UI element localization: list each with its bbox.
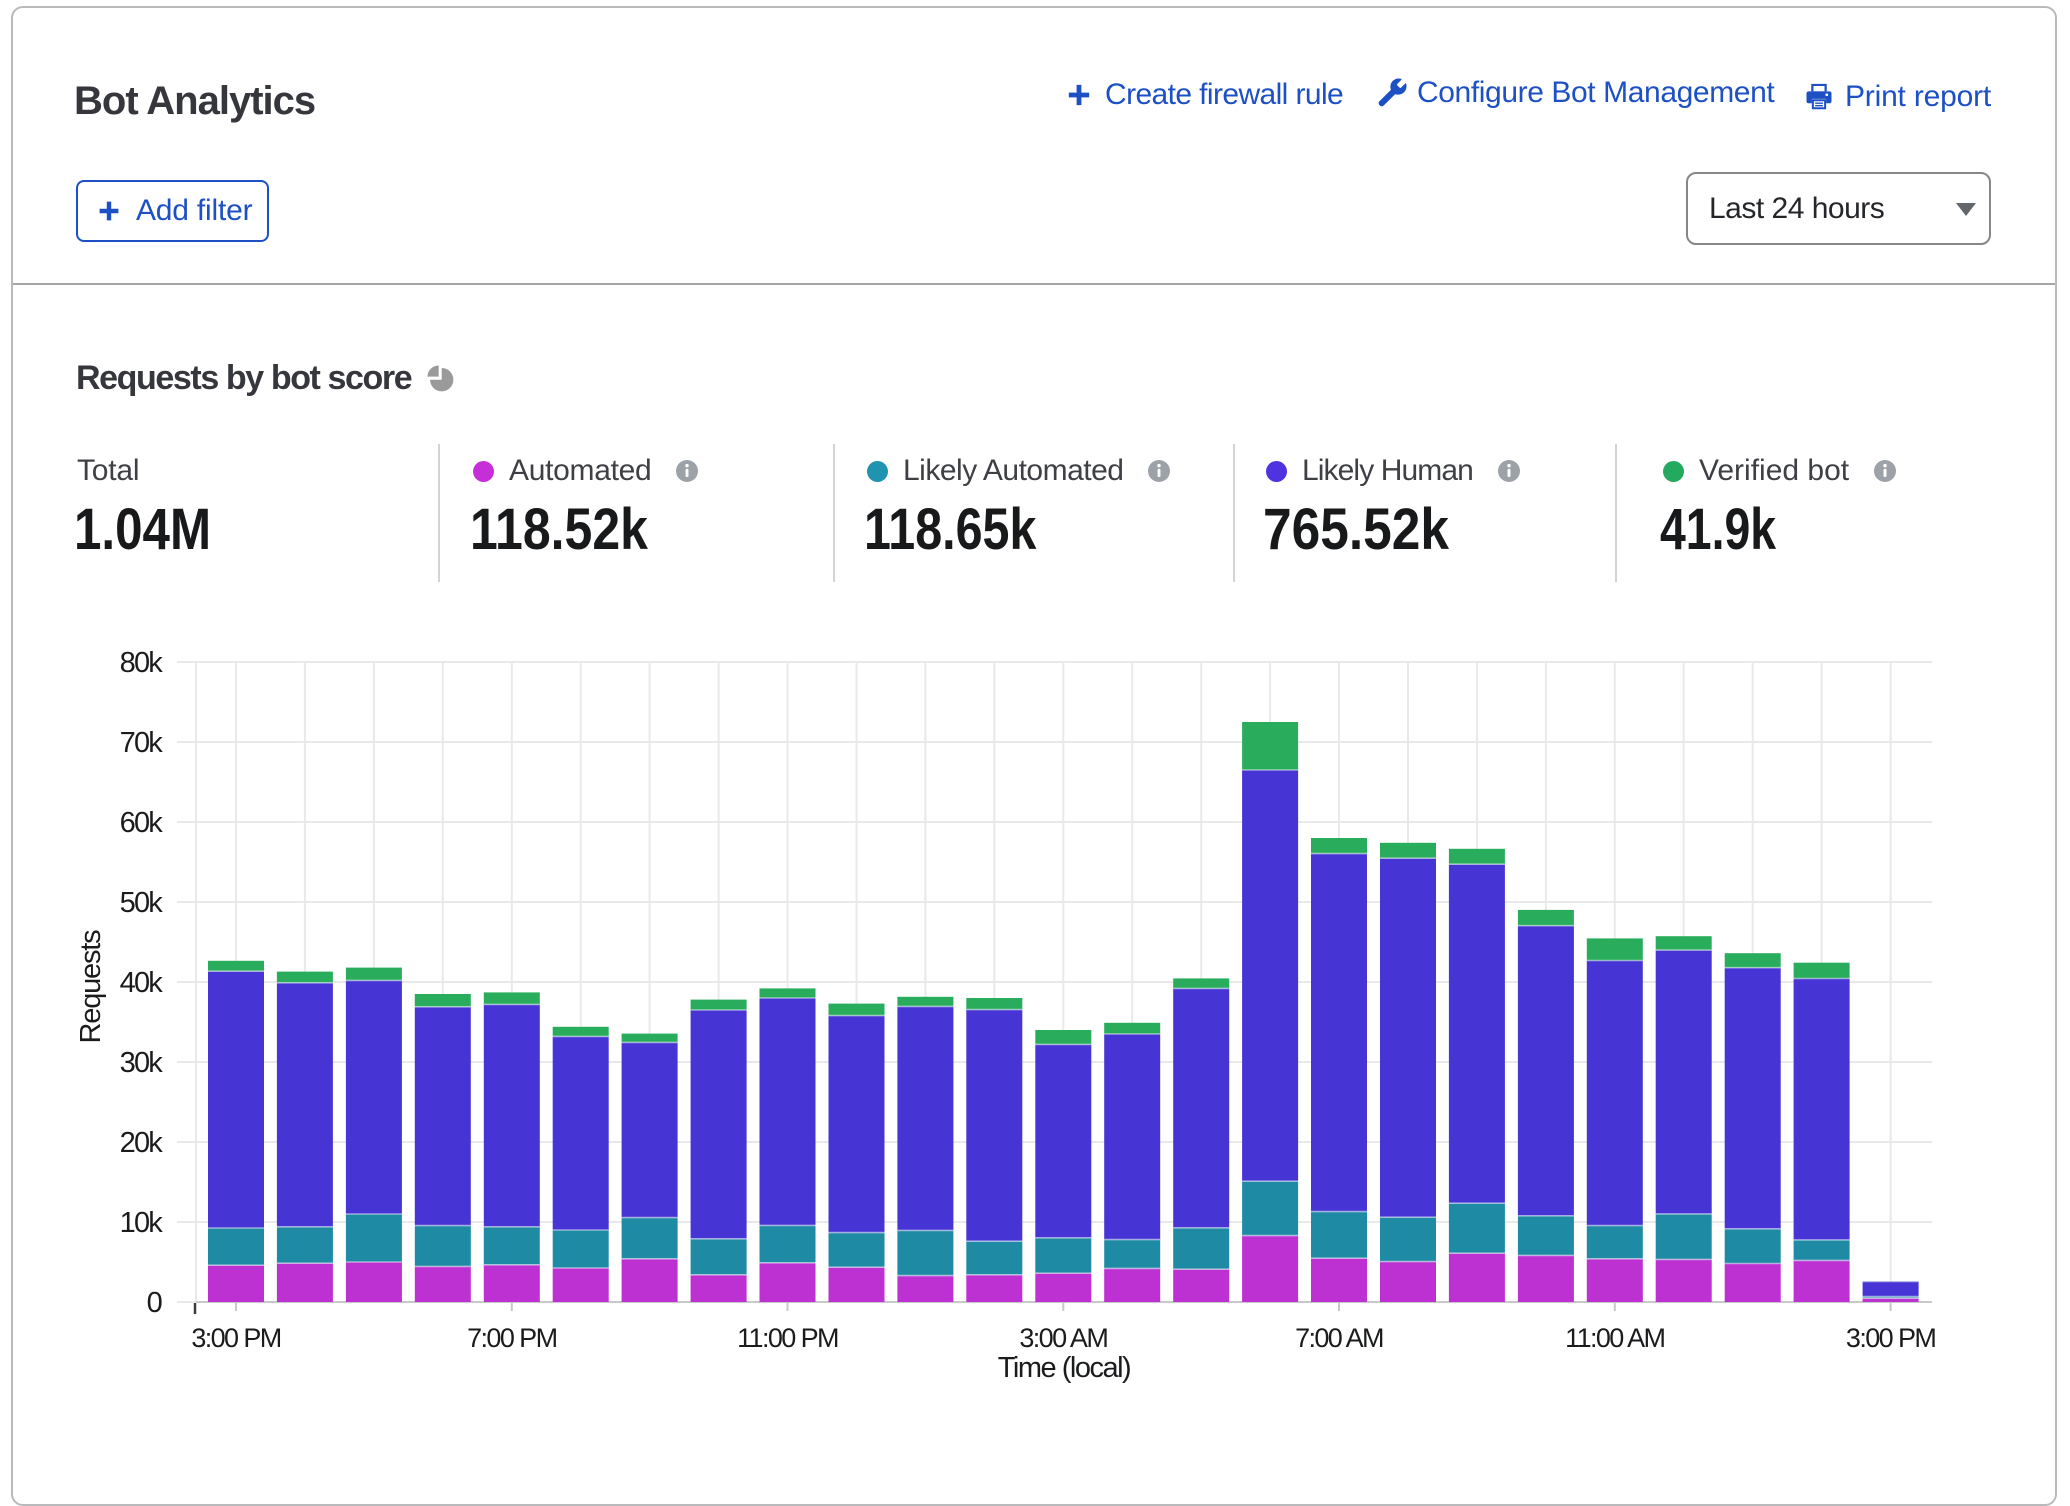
svg-text:10k: 10k	[120, 1207, 164, 1239]
svg-text:60k: 60k	[120, 807, 164, 839]
svg-text:70k: 70k	[120, 727, 164, 759]
svg-text:40k: 40k	[120, 967, 164, 999]
svg-text:20k: 20k	[120, 1127, 164, 1159]
svg-text:11:00 AM: 11:00 AM	[1565, 1323, 1664, 1353]
svg-text:Requests: Requests	[75, 930, 107, 1044]
svg-text:11:00 PM: 11:00 PM	[737, 1323, 838, 1353]
svg-text:80k: 80k	[120, 647, 164, 679]
svg-text:7:00 AM: 7:00 AM	[1295, 1323, 1383, 1353]
svg-text:0: 0	[147, 1287, 162, 1319]
svg-text:3:00 PM: 3:00 PM	[191, 1323, 280, 1353]
svg-text:3:00 PM: 3:00 PM	[1846, 1323, 1935, 1353]
svg-text:7:00 PM: 7:00 PM	[467, 1323, 556, 1353]
svg-text:3:00 AM: 3:00 AM	[1019, 1323, 1107, 1353]
svg-text:Time (local): Time (local)	[998, 1352, 1130, 1384]
svg-text:50k: 50k	[120, 887, 164, 919]
svg-text:30k: 30k	[120, 1047, 164, 1079]
